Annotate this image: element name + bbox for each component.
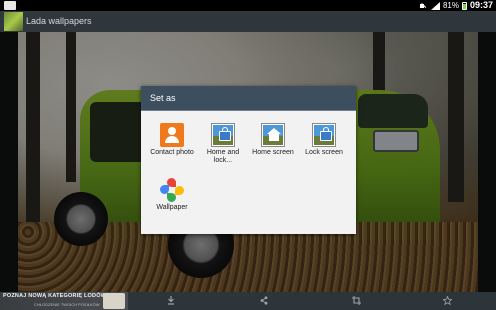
ad-banner[interactable]: POZNAJ NOWĄ KATEGORIĘ LODÓWEK CHŁODZENIE… [0,292,128,310]
battery-icon [461,1,467,10]
option-contact-photo[interactable]: Contact photo [148,123,196,157]
battery-percent: 81% [442,1,459,10]
bottom-bar: POZNAJ NOWĄ KATEGORIĘ LODÓWEK CHŁODZENIE… [0,292,496,310]
wallpaper-icon [160,178,184,202]
option-label: Lock screen [305,149,343,156]
app-title: Lada wallpapers [26,16,92,26]
ad-subline: CHŁODZENIE TWOICH POSIŁKÓW [34,302,100,307]
lock-screen-icon [312,123,336,147]
option-label: Wallpaper [156,204,188,211]
ad-headline: POZNAJ NOWĄ KATEGORIĘ LODÓWEK [3,293,115,299]
option-lock-screen[interactable]: Lock screen [300,123,348,157]
star-icon[interactable] [442,295,453,307]
status-bar: 81% 09:37 [0,0,496,11]
option-label: Home and lock... [206,149,240,164]
app-icon[interactable] [4,12,23,31]
gallery-notification-icon [4,1,16,10]
download-icon[interactable] [167,296,175,307]
option-home-and-lock[interactable]: Home and lock... [199,123,247,165]
option-label: Home screen [252,149,294,156]
signal-icon [430,1,440,10]
share-icon[interactable] [260,296,268,307]
dialog-header: Set as [141,86,356,111]
set-as-dialog: Set as Contact photo Home and lock... Ho… [141,86,356,234]
crop-icon[interactable] [352,296,361,307]
status-icons: 81% 09:37 [419,0,493,11]
clock: 09:37 [469,0,493,10]
option-label: Contact photo [150,149,194,156]
home-screen-icon [261,123,285,147]
option-wallpaper[interactable]: Wallpaper [148,178,196,212]
action-bar: Lada wallpapers [0,11,496,32]
mute-icon [419,2,428,10]
contact-icon [160,123,184,147]
home-and-lock-icon [211,123,235,147]
dialog-title: Set as [150,93,176,103]
ad-thumbnail [103,293,125,309]
option-home-screen[interactable]: Home screen [249,123,297,157]
